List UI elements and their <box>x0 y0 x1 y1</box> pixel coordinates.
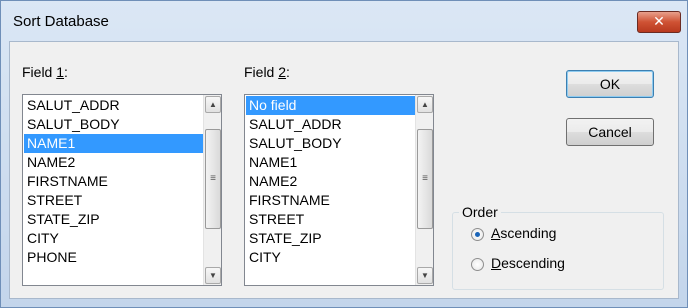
field1-scroll-up-button[interactable]: ▲ <box>205 96 221 113</box>
sort-database-dialog: Sort Database ✕ Field 1: SALUT_ADDR SALUT… <box>0 0 688 308</box>
title-bar[interactable]: Sort Database ✕ <box>1 1 687 43</box>
field1-list-item[interactable]: STREET <box>24 191 203 210</box>
field1-list-item[interactable]: SALUT_BODY <box>24 115 203 134</box>
ok-button[interactable]: OK <box>566 70 654 98</box>
ascending-label-rest: scending <box>500 225 557 241</box>
descending-mnemonic: D <box>491 255 502 271</box>
field2-label-prefix: Field <box>244 64 279 80</box>
field1-list-item[interactable]: STATE_ZIP <box>24 210 203 229</box>
descending-label-rest: escending <box>501 255 565 271</box>
radio-button-icon <box>471 228 484 241</box>
order-group-title: Order <box>459 204 501 220</box>
close-icon: ✕ <box>653 13 665 29</box>
arrow-down-icon: ▼ <box>421 271 429 280</box>
field2-list-item[interactable]: No field <box>246 96 415 115</box>
field1-list-items: SALUT_ADDR SALUT_BODY NAME1 NAME2 FIRSTNAME S… <box>24 96 203 267</box>
field2-scrollbar[interactable]: ▲ ≡ ▼ <box>415 95 433 285</box>
field1-scrollbar[interactable]: ▲ ≡ ▼ <box>203 95 221 285</box>
field2-list-item[interactable]: FIRSTNAME <box>246 191 415 210</box>
field2-list-item[interactable]: STREET <box>246 210 415 229</box>
field1-list-item[interactable]: FIRSTNAME <box>24 172 203 191</box>
order-groupbox: Order Ascending Descending <box>452 204 664 290</box>
field2-list-item[interactable]: NAME1 <box>246 153 415 172</box>
field2-label: Field 2: <box>244 64 290 80</box>
field1-list-item[interactable]: PHONE <box>24 248 203 267</box>
field1-scroll-down-button[interactable]: ▼ <box>205 267 221 284</box>
field2-scroll-thumb[interactable]: ≡ <box>417 129 433 229</box>
field1-label-mnemonic: 1 <box>56 64 65 80</box>
field1-list-item[interactable]: NAME2 <box>24 153 203 172</box>
dialog-client-area: Field 1: SALUT_ADDR SALUT_BODY NAME1 NAME2 F… <box>9 41 679 299</box>
field2-label-mnemonic: 2 <box>278 64 287 80</box>
field1-list-item[interactable]: CITY <box>24 229 203 248</box>
window-title: Sort Database <box>13 13 109 30</box>
field1-listbox[interactable]: SALUT_ADDR SALUT_BODY NAME1 NAME2 FIRSTNAME S… <box>22 94 222 286</box>
field1-list-item[interactable]: SALUT_ADDR <box>24 96 203 115</box>
ascending-mnemonic: A <box>491 225 501 241</box>
grip-icon: ≡ <box>422 173 428 184</box>
field1-label-suffix: : <box>64 64 68 80</box>
arrow-down-icon: ▼ <box>209 271 217 280</box>
field1-list-item[interactable]: NAME1 <box>24 134 203 153</box>
field2-scroll-up-button[interactable]: ▲ <box>417 96 433 113</box>
field2-list-item[interactable]: NAME2 <box>246 172 415 191</box>
field2-label-suffix: : <box>286 64 290 80</box>
close-button[interactable]: ✕ <box>637 11 681 33</box>
field2-list-item[interactable]: STATE_ZIP <box>246 229 415 248</box>
arrow-up-icon: ▲ <box>421 100 429 109</box>
field2-listbox[interactable]: No field SALUT_ADDR SALUT_BODY NAME1 NAME2 FI… <box>244 94 434 286</box>
field1-label: Field 1: <box>22 64 68 80</box>
ascending-label: Ascending <box>491 225 556 241</box>
field1-scroll-thumb[interactable]: ≡ <box>205 129 221 229</box>
cancel-button[interactable]: Cancel <box>566 118 654 146</box>
field2-list-item[interactable]: SALUT_ADDR <box>246 115 415 134</box>
radio-button-icon <box>471 258 484 271</box>
descending-label: Descending <box>491 255 565 271</box>
grip-icon: ≡ <box>210 173 216 184</box>
field2-list-item[interactable]: CITY <box>246 248 415 267</box>
field1-label-prefix: Field <box>22 64 57 80</box>
field2-scroll-down-button[interactable]: ▼ <box>417 267 433 284</box>
field2-list-items: No field SALUT_ADDR SALUT_BODY NAME1 NAME2 FI… <box>246 96 415 267</box>
arrow-up-icon: ▲ <box>209 100 217 109</box>
field2-list-item[interactable]: SALUT_BODY <box>246 134 415 153</box>
